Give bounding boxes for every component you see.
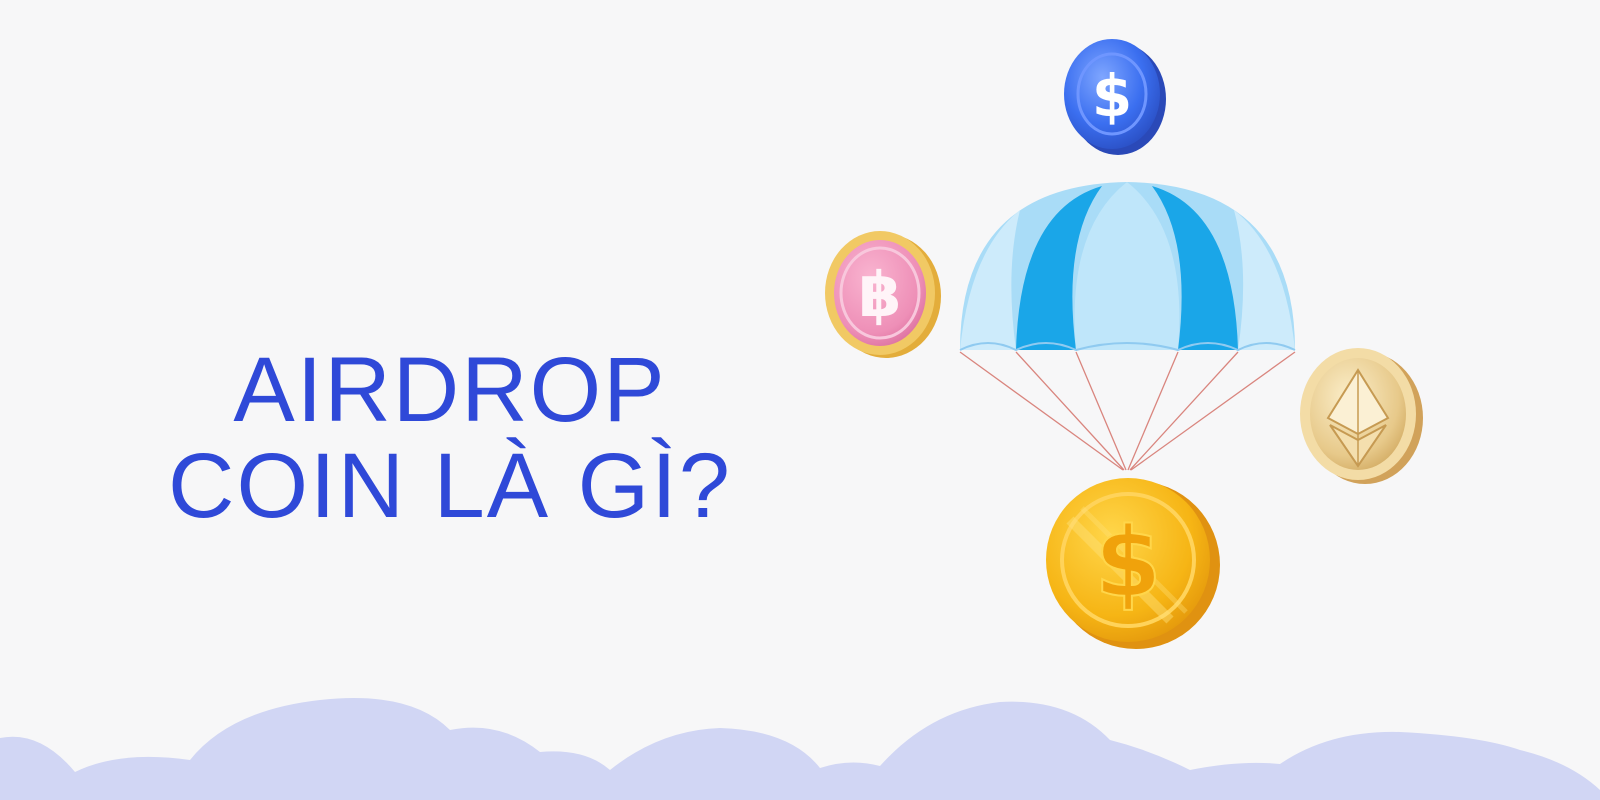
ethereum-coin-icon bbox=[1300, 348, 1423, 484]
dollar-coin-icon: $ bbox=[1064, 39, 1166, 155]
bitcoin-coin-icon: ฿ bbox=[825, 231, 941, 358]
parachute-illustration: $ ฿ $ bbox=[825, 39, 1423, 649]
svg-text:฿: ฿ bbox=[858, 258, 901, 331]
svg-text:$: $ bbox=[1095, 507, 1162, 619]
headline-title: AIRDROP COIN LÀ GÌ? bbox=[60, 342, 840, 534]
cloud-border bbox=[0, 698, 1600, 800]
banner-canvas: AIRDROP COIN LÀ GÌ? $ ฿ $ bbox=[0, 0, 1600, 800]
parachute-icon bbox=[959, 182, 1296, 471]
headline-line-2: COIN LÀ GÌ? bbox=[168, 434, 732, 537]
headline-line-1: AIRDROP bbox=[233, 338, 667, 441]
dollar-gold-coin-icon: $ bbox=[1046, 478, 1220, 649]
svg-text:$: $ bbox=[1092, 62, 1132, 130]
